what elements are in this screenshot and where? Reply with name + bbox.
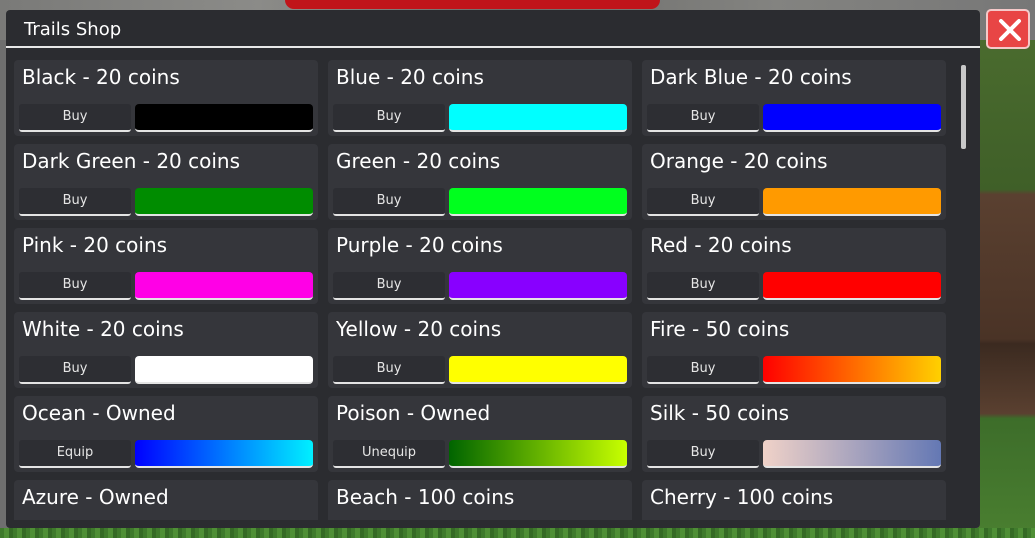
trail-name: Dark Blue - 20 coins xyxy=(650,65,852,89)
trail-color-swatch xyxy=(135,272,313,300)
trail-card: Dark Green - 20 coins Buy xyxy=(14,144,318,220)
trail-name: Dark Green - 20 coins xyxy=(22,149,241,173)
buy-button[interactable]: Buy xyxy=(647,440,759,468)
trail-card: Purple - 20 coins Buy xyxy=(328,228,632,304)
buy-button[interactable]: Buy xyxy=(647,104,759,132)
trail-card: Blue - 20 coins Buy xyxy=(328,60,632,136)
buy-button[interactable]: Buy xyxy=(647,188,759,216)
trail-name: White - 20 coins xyxy=(22,317,184,341)
trail-card: Dark Blue - 20 coins Buy xyxy=(642,60,946,136)
trail-name: Beach - 100 coins xyxy=(336,485,515,509)
trail-name: Poison - Owned xyxy=(336,401,491,425)
trail-card: Green - 20 coins Buy xyxy=(328,144,632,220)
trail-color-swatch xyxy=(449,356,627,384)
trail-grid[interactable]: Black - 20 coins Buy Blue - 20 coins Buy Dar… xyxy=(14,60,958,520)
buy-button[interactable]: Buy xyxy=(333,188,445,216)
trail-card: Red - 20 coins Buy xyxy=(642,228,946,304)
trail-color-swatch xyxy=(135,440,313,468)
trail-name: Pink - 20 coins xyxy=(22,233,168,257)
trail-name: Cherry - 100 coins xyxy=(650,485,834,509)
trail-name: Ocean - Owned xyxy=(22,401,176,425)
trail-card: Black - 20 coins Buy xyxy=(14,60,318,136)
trail-color-swatch xyxy=(449,104,627,132)
buy-button[interactable]: Buy xyxy=(333,356,445,384)
trail-color-swatch xyxy=(135,104,313,132)
trail-card: Azure - Owned xyxy=(14,480,318,520)
trail-color-swatch xyxy=(449,188,627,216)
scrollbar[interactable] xyxy=(961,65,966,149)
buy-button[interactable]: Buy xyxy=(19,356,131,384)
trail-name: Azure - Owned xyxy=(22,485,169,509)
trail-name: Yellow - 20 coins xyxy=(336,317,502,341)
buy-button[interactable]: Buy xyxy=(333,272,445,300)
trail-card: Poison - Owned Unequip xyxy=(328,396,632,472)
trail-name: Purple - 20 coins xyxy=(336,233,503,257)
close-button[interactable] xyxy=(986,9,1030,49)
trail-card: Cherry - 100 coins xyxy=(642,480,946,520)
trail-card: Beach - 100 coins xyxy=(328,480,632,520)
trail-card: Ocean - Owned Equip xyxy=(14,396,318,472)
buy-button[interactable]: Buy xyxy=(19,272,131,300)
buy-button[interactable]: Buy xyxy=(647,356,759,384)
trail-name: Silk - 50 coins xyxy=(650,401,790,425)
trail-color-swatch xyxy=(763,272,941,300)
trail-color-swatch xyxy=(135,188,313,216)
trail-name: Blue - 20 coins xyxy=(336,65,484,89)
buy-button[interactable]: Buy xyxy=(647,272,759,300)
trail-card: Orange - 20 coins Buy xyxy=(642,144,946,220)
trail-color-swatch xyxy=(763,188,941,216)
close-icon xyxy=(999,19,1021,41)
equip-button[interactable]: Equip xyxy=(19,440,131,468)
trail-card: Yellow - 20 coins Buy xyxy=(328,312,632,388)
trail-name: Fire - 50 coins xyxy=(650,317,790,341)
trail-card: White - 20 coins Buy xyxy=(14,312,318,388)
trail-card: Silk - 50 coins Buy xyxy=(642,396,946,472)
trails-shop-panel: Trails Shop Black - 20 coins Buy Blue - 20… xyxy=(6,10,980,528)
trail-color-swatch xyxy=(763,356,941,384)
grass-ground xyxy=(0,528,1035,538)
trail-color-swatch xyxy=(449,272,627,300)
window-title: Trails Shop xyxy=(24,19,122,40)
trail-name: Black - 20 coins xyxy=(22,65,180,89)
trail-name: Green - 20 coins xyxy=(336,149,501,173)
title-bar: Trails Shop xyxy=(6,10,980,48)
background-sign xyxy=(285,0,660,9)
buy-button[interactable]: Buy xyxy=(19,104,131,132)
trail-color-swatch xyxy=(135,356,313,384)
buy-button[interactable]: Buy xyxy=(333,104,445,132)
trail-color-swatch xyxy=(763,440,941,468)
buy-button[interactable]: Buy xyxy=(19,188,131,216)
game-scenery xyxy=(978,40,1035,538)
unequip-button[interactable]: Unequip xyxy=(333,440,445,468)
trail-name: Orange - 20 coins xyxy=(650,149,828,173)
trail-color-swatch xyxy=(763,104,941,132)
trail-card: Pink - 20 coins Buy xyxy=(14,228,318,304)
trail-card: Fire - 50 coins Buy xyxy=(642,312,946,388)
trail-color-swatch xyxy=(449,440,627,468)
trail-name: Red - 20 coins xyxy=(650,233,792,257)
